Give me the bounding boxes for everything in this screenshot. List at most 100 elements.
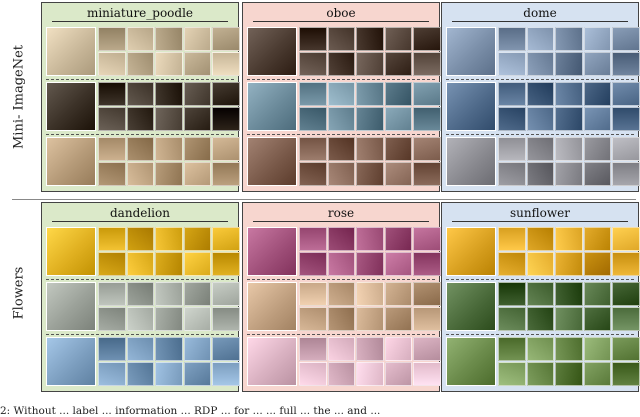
thumbnail: [498, 162, 526, 186]
thumbnail: [583, 82, 612, 106]
thumbnail: [413, 162, 441, 186]
figure-caption: 2: Without ... label ... information ...…: [0, 405, 381, 417]
thumbnail: [126, 362, 155, 386]
panel-title: dome: [523, 6, 557, 20]
thumbnail: [183, 137, 212, 161]
thumbnail: [612, 337, 640, 361]
thumbnail: [498, 52, 526, 76]
retrieved-grid: [498, 137, 640, 186]
thumbnail: [583, 52, 612, 76]
panel-dandelion: dandelion: [41, 202, 240, 392]
query-image: [46, 337, 96, 386]
thumbnail: [413, 227, 441, 251]
retrieved-grid: [98, 137, 240, 186]
thumbnail: [183, 282, 212, 306]
thumbnail: [498, 307, 526, 331]
thumbnail: [212, 362, 240, 386]
thumbnail: [384, 82, 413, 106]
thumbnail: [299, 27, 327, 51]
thumbnail: [526, 307, 555, 331]
thumbnail: [526, 137, 555, 161]
query-image: [446, 282, 496, 331]
thumbnail: [327, 362, 356, 386]
thumbnail: [98, 82, 126, 106]
retrieved-grid: [498, 282, 640, 331]
thumbnail: [498, 107, 526, 131]
image-group: [446, 137, 640, 186]
thumbnail: [126, 162, 155, 186]
thumbnail: [327, 337, 356, 361]
thumbnail: [526, 362, 555, 386]
thumbnail: [183, 227, 212, 251]
dashed-separator: [247, 334, 435, 335]
image-group: [247, 27, 441, 76]
query-image: [446, 137, 496, 186]
thumbnail: [384, 27, 413, 51]
dashed-separator: [46, 134, 234, 135]
thumbnail: [155, 82, 183, 106]
thumbnail: [183, 162, 212, 186]
thumbnail: [612, 107, 640, 131]
thumbnail: [327, 252, 356, 276]
thumbnail: [612, 307, 640, 331]
thumbnail: [98, 362, 126, 386]
thumbnail: [384, 337, 413, 361]
thumbnail: [583, 337, 612, 361]
row-divider: [12, 199, 636, 200]
image-group: [446, 227, 640, 276]
thumbnail: [612, 52, 640, 76]
thumbnail: [155, 282, 183, 306]
image-group: [46, 137, 240, 186]
thumbnail: [413, 52, 441, 76]
thumbnail: [212, 282, 240, 306]
thumbnail: [526, 252, 555, 276]
thumbnail: [183, 307, 212, 331]
thumbnail: [183, 52, 212, 76]
title-underline: [452, 21, 628, 22]
thumbnail: [155, 107, 183, 131]
thumbnail: [526, 162, 555, 186]
thumbnail: [356, 282, 384, 306]
thumbnail: [299, 162, 327, 186]
panel-title: oboe: [326, 6, 356, 20]
thumbnail: [299, 107, 327, 131]
retrieved-grid: [498, 337, 640, 386]
image-group: [247, 337, 441, 386]
row-label-miniimagenet: Mini- ImageNet: [11, 44, 27, 150]
thumbnail: [155, 162, 183, 186]
thumbnail: [555, 52, 583, 76]
thumbnail: [356, 82, 384, 106]
thumbnail: [155, 227, 183, 251]
query-image: [46, 27, 96, 76]
thumbnail: [384, 137, 413, 161]
thumbnail: [612, 362, 640, 386]
thumbnail: [98, 137, 126, 161]
thumbnail: [327, 227, 356, 251]
thumbnail: [98, 52, 126, 76]
thumbnail: [583, 137, 612, 161]
thumbnail: [299, 337, 327, 361]
thumbnail: [413, 27, 441, 51]
panel-rose: rose: [242, 202, 441, 392]
query-image: [46, 282, 96, 331]
query-image: [247, 227, 297, 276]
thumbnail: [555, 362, 583, 386]
thumbnail: [183, 362, 212, 386]
thumbnail: [384, 307, 413, 331]
thumbnail: [98, 252, 126, 276]
thumbnail: [98, 162, 126, 186]
thumbnail: [583, 27, 612, 51]
thumbnail: [555, 27, 583, 51]
thumbnail: [183, 107, 212, 131]
image-group: [46, 337, 240, 386]
thumbnail: [583, 107, 612, 131]
query-image: [446, 337, 496, 386]
dashed-separator: [46, 79, 234, 80]
retrieved-grid: [98, 227, 240, 276]
thumbnail: [384, 107, 413, 131]
thumbnail: [212, 227, 240, 251]
thumbnail: [526, 27, 555, 51]
thumbnail: [327, 162, 356, 186]
panel-oboe: oboe: [242, 2, 441, 192]
thumbnail: [126, 52, 155, 76]
